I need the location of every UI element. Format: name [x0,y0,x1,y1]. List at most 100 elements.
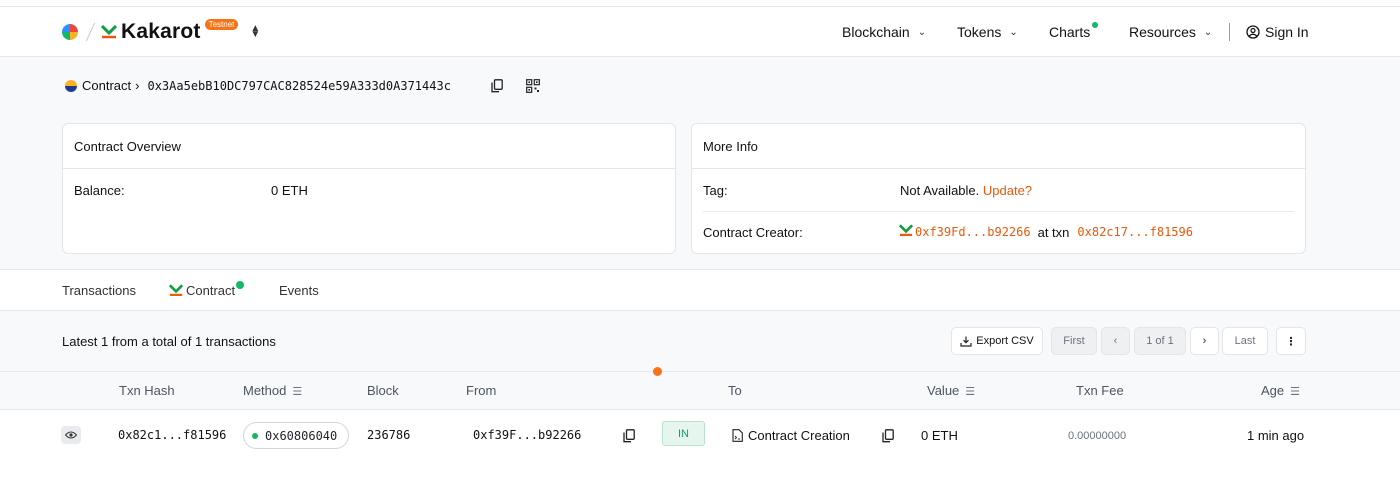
to-contract-creation: Contract Creation [732,428,850,443]
network-badge: Testnet [204,18,239,30]
document-icon [732,429,743,442]
col-age-label: Age [1261,383,1285,398]
tag-value: Not Available. Update? [900,183,1032,198]
method-badge: 0x60806040 [243,422,349,449]
chevron-right-icon: › [1202,335,1207,347]
tag-label: Tag: [703,183,728,198]
copy-icon[interactable] [491,79,505,93]
balance-value: 0 ETH [271,183,308,198]
tab-bar: Transactions Contract Events [0,269,1400,311]
eye-icon [65,431,77,439]
site-header: Kakarot Testnet ▲ ▼ Blockchain ⌄ Tokens ⌄… [0,7,1400,57]
brand-name: Kakarot [121,20,201,43]
nav-resources-label: Resources [1129,24,1196,40]
chevron-right-icon: › [135,78,140,93]
creator-address-link[interactable]: 0xf39Fd...b92266 [915,225,1031,239]
block-link[interactable]: 236786 [367,428,410,442]
txn-fee-cell: 0.00000000 [1068,430,1127,442]
nav-charts[interactable]: Charts [1049,22,1099,40]
tag-value-text: Not Available. [900,183,980,198]
network-globe-icon[interactable] [62,24,78,40]
view-details-button[interactable] [61,426,81,444]
brand-divider [85,22,96,42]
table-header [0,371,1400,410]
more-vertical-icon: ⋮ [1285,335,1297,348]
nav-blockchain[interactable]: Blockchain ⌄ [842,24,926,40]
user-icon [1246,25,1260,39]
chevron-left-icon: ‹ [1113,335,1118,347]
at-txn-label: at txn [1037,224,1070,240]
contract-overview-title: Contract Overview [63,124,675,169]
nav-tokens-label: Tokens [957,24,1002,40]
new-indicator-dot [1092,22,1099,28]
txn-hash-link[interactable]: 0x82c1...f81596 [118,428,226,442]
chevron-down-icon: ⌄ [917,26,927,38]
creator-label: Contract Creator: [703,225,803,240]
more-options-button[interactable]: ⋮ [1276,327,1306,355]
kakarot-logo-icon [100,24,118,39]
creator-info: 0xf39Fd...b92266 at txn 0x82c17...f81596 [898,224,1193,240]
more-info-title: More Info [692,124,1305,169]
sign-in-label: Sign In [1265,24,1309,40]
copy-icon[interactable] [623,429,637,443]
kakarot-logo-icon [898,224,914,240]
col-method-label: Method [243,383,287,398]
from-address-link[interactable]: 0xf39F...b92266 [473,428,581,442]
col-value-label: Value [927,383,960,398]
col-from: From [466,383,497,398]
qr-code-icon[interactable] [526,79,540,93]
chevron-down-icon: ⌄ [1009,26,1018,38]
tab-events[interactable]: Events [279,283,319,298]
contract-address: 0x3Aa5ebB10DC797CAC828524e59A333d0A37144… [147,78,451,93]
value-cell: 0 ETH [921,428,958,443]
tab-contract[interactable]: Contract [169,280,245,298]
indicator-dot [653,367,662,376]
method-value: 0x60806040 [265,428,338,443]
nav-resources[interactable]: Resources ⌄ [1129,24,1212,40]
direction-badge: IN [662,421,705,446]
status-dot [252,432,258,439]
tag-update-link[interactable]: Update? [983,183,1032,198]
last-page-button[interactable]: Last [1222,327,1268,355]
verified-check-icon [236,280,245,289]
export-csv-button[interactable]: Export CSV [951,327,1043,355]
col-block: Block [367,383,399,398]
breadcrumb: Contract › 0x3Aa5ebB10DC797CAC828524e59A… [65,78,451,93]
brand[interactable]: Kakarot Testnet ▲ ▼ [62,18,260,44]
nav-charts-label: Charts [1049,24,1091,40]
breadcrumb-label: Contract [82,78,132,93]
creator-txn-link[interactable]: 0x82c17...f81596 [1077,225,1193,239]
col-txn-hash: Txn Hash [119,383,175,398]
sign-in-button[interactable]: Sign In [1246,24,1309,40]
eth-icon [65,79,77,92]
prev-page-button[interactable]: ‹ [1101,327,1130,355]
balance-label: Balance: [74,183,125,198]
age-cell: 1 min ago [1247,428,1305,443]
col-to: To [728,383,742,398]
network-switch-icon[interactable]: ▲ ▼ [250,24,260,40]
next-page-button[interactable]: › [1190,327,1219,355]
filter-icon[interactable]: ☰ [1290,385,1300,398]
filter-icon[interactable]: ☰ [292,385,302,398]
tab-contract-label: Contract [186,283,236,298]
page-indicator: 1 of 1 [1134,327,1186,355]
nav-tokens[interactable]: Tokens ⌄ [957,24,1018,40]
kakarot-logo-icon [169,284,183,296]
tab-transactions[interactable]: Transactions [62,283,136,298]
copy-icon[interactable] [882,429,896,443]
contract-overview-card: Contract Overview [62,123,676,254]
col-method: Method ☰ [243,383,302,398]
to-value: Contract Creation [748,428,850,443]
col-txn-fee[interactable]: Txn Fee [1076,383,1124,398]
transactions-summary: Latest 1 from a total of 1 transactions [62,334,276,349]
divider [703,211,1294,212]
nav-blockchain-label: Blockchain [842,24,910,40]
export-csv-label: Export CSV [976,335,1034,347]
first-page-button[interactable]: First [1051,327,1097,355]
col-age[interactable]: Age ☰ [1261,383,1300,398]
nav-divider [1229,23,1230,41]
filter-icon[interactable]: ☰ [965,385,975,398]
download-icon [960,336,972,347]
chevron-down-icon: ⌄ [1203,26,1213,38]
col-value: Value ☰ [927,383,975,398]
